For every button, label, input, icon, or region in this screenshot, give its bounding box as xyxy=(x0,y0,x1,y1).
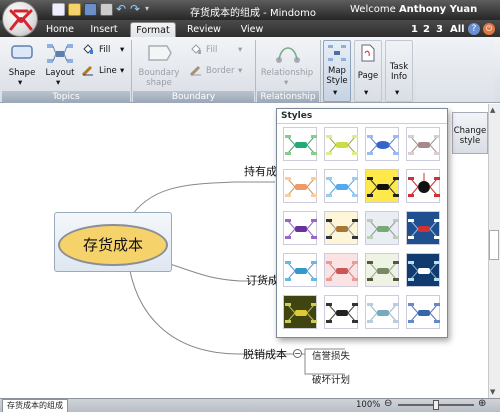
scroll-up-icon[interactable]: ▲ xyxy=(490,106,495,114)
user-name[interactable]: Anthony Yuan xyxy=(399,4,477,15)
relationship-icon xyxy=(275,42,301,66)
page-icon xyxy=(361,44,375,62)
page-3-button[interactable]: 3 xyxy=(436,22,443,37)
boundary-border-dropdown-icon[interactable]: ▾ xyxy=(238,66,242,76)
mindomo-logo[interactable] xyxy=(2,1,38,37)
style-thumbnail[interactable] xyxy=(406,295,440,329)
relationship-dropdown-icon[interactable]: ▾ xyxy=(284,78,288,88)
boundary-shape-button[interactable]: Boundary shape xyxy=(136,68,182,88)
relationship-group-label: Relationship xyxy=(257,91,319,103)
style-thumbnail[interactable] xyxy=(324,253,358,287)
boundary-fill-button[interactable]: Fill xyxy=(206,45,217,55)
style-thumbnail[interactable] xyxy=(365,253,399,287)
style-thumbnail[interactable] xyxy=(283,169,317,203)
style-thumbnail[interactable] xyxy=(324,295,358,329)
subitem-reputation-loss[interactable]: 信誉损失 xyxy=(312,348,350,362)
page-all-button[interactable]: All xyxy=(450,22,465,37)
ribbon-separator xyxy=(320,40,321,102)
page-2-button[interactable]: 2 xyxy=(423,22,430,37)
save-icon[interactable] xyxy=(84,3,97,16)
style-thumbnail[interactable] xyxy=(406,169,440,203)
zoom-in-icon[interactable]: ⊕ xyxy=(478,398,486,409)
zoom-level: 100% xyxy=(356,400,381,410)
zoom-out-icon[interactable]: ⊖ xyxy=(384,398,392,409)
fill-bucket-icon xyxy=(82,43,94,55)
collapse-toggle-icon[interactable]: − xyxy=(293,349,302,358)
style-thumbnail[interactable] xyxy=(406,211,440,245)
style-thumbnail[interactable] xyxy=(365,211,399,245)
boundary-shape-icon xyxy=(145,42,173,64)
boundary-border-icon xyxy=(189,64,202,77)
map-style-dropdown-icon[interactable]: ▾ xyxy=(333,88,337,98)
page-label: Page xyxy=(357,71,379,81)
page-1-button[interactable]: 1 xyxy=(411,22,418,37)
fill-button[interactable]: Fill xyxy=(99,45,110,55)
change-style-label: Change style xyxy=(453,126,487,146)
fill-dropdown-icon[interactable]: ▾ xyxy=(120,45,124,55)
boundary-border-button[interactable]: Border xyxy=(206,66,235,76)
ribbon-separator xyxy=(255,40,256,102)
boundary-fill-icon xyxy=(190,43,202,55)
style-thumbnail[interactable] xyxy=(324,127,358,161)
shape-icon xyxy=(10,42,36,66)
tab-home[interactable]: Home xyxy=(40,22,80,37)
style-thumbnail[interactable] xyxy=(365,295,399,329)
style-thumbnail[interactable] xyxy=(283,211,317,245)
tab-insert[interactable]: Insert xyxy=(84,22,124,37)
styles-popup-title: Styles xyxy=(281,111,313,121)
power-icon[interactable]: ⏻ xyxy=(483,23,495,35)
subitem-disrupted-plan[interactable]: 破坏计划 xyxy=(312,372,350,386)
task-info-label: Task Info xyxy=(389,62,409,82)
help-icon[interactable]: ? xyxy=(468,23,480,35)
task-info-dropdown-icon[interactable]: ▾ xyxy=(395,88,399,98)
shape-dropdown-icon[interactable]: ▾ xyxy=(18,78,22,88)
layout-button[interactable]: Layout xyxy=(44,68,76,78)
styles-popup: Styles xyxy=(276,108,448,338)
map-style-icon xyxy=(328,44,346,62)
style-thumbnail[interactable] xyxy=(365,169,399,203)
document-tab[interactable]: 存货成本的组成 xyxy=(2,399,68,412)
scrollbar-thumb[interactable] xyxy=(489,230,499,260)
branch-stockout-cost[interactable]: 脱销成本 xyxy=(243,346,287,362)
tab-format[interactable]: Format xyxy=(130,22,176,37)
zoom-slider-handle[interactable] xyxy=(433,400,439,410)
layout-dropdown-icon[interactable]: ▾ xyxy=(56,78,60,88)
undo-icon[interactable]: ↶ xyxy=(116,2,126,16)
ribbon-empty-area xyxy=(416,40,494,102)
popup-divider xyxy=(277,123,447,124)
new-file-icon[interactable] xyxy=(52,3,65,16)
window-title: 存货成本的组成 - Mindomo xyxy=(190,8,317,19)
line-button[interactable]: Line xyxy=(99,66,117,76)
layout-icon xyxy=(46,42,74,66)
style-thumbnail[interactable] xyxy=(406,127,440,161)
ribbon-separator xyxy=(131,40,132,102)
style-thumbnail[interactable] xyxy=(283,295,317,329)
quick-access-dropdown-icon[interactable]: ▾ xyxy=(145,4,149,13)
style-thumbnail[interactable] xyxy=(283,253,317,287)
map-style-label: Map Style xyxy=(326,66,348,86)
tab-view[interactable]: View xyxy=(232,22,272,37)
style-thumbnail[interactable] xyxy=(324,211,358,245)
tab-review[interactable]: Review xyxy=(182,22,226,37)
app-window: { "window": {"title": "存货成本的组成 - Mindomo… xyxy=(0,0,500,412)
print-icon[interactable] xyxy=(100,3,113,16)
line-pen-icon xyxy=(81,64,94,77)
shape-button[interactable]: Shape xyxy=(6,68,38,78)
style-thumbnail[interactable] xyxy=(283,127,317,161)
boundary-group-label: Boundary xyxy=(133,91,254,103)
topics-group-label: Topics xyxy=(2,91,130,103)
style-thumbnail[interactable] xyxy=(365,127,399,161)
relationship-button[interactable]: Relationship xyxy=(258,68,316,78)
boundary-fill-dropdown-icon[interactable]: ▾ xyxy=(238,45,242,55)
welcome-text: Welcome Anthony Yuan xyxy=(350,4,478,15)
open-folder-icon[interactable] xyxy=(68,3,81,16)
line-dropdown-icon[interactable]: ▾ xyxy=(120,66,124,76)
scroll-down-icon[interactable]: ▼ xyxy=(490,388,495,396)
page-dropdown-icon[interactable]: ▾ xyxy=(364,88,368,98)
style-thumbnail[interactable] xyxy=(324,169,358,203)
redo-icon[interactable]: ↷ xyxy=(130,2,140,16)
central-topic-label: 存货成本 xyxy=(82,236,143,254)
style-thumbnail[interactable] xyxy=(406,253,440,287)
